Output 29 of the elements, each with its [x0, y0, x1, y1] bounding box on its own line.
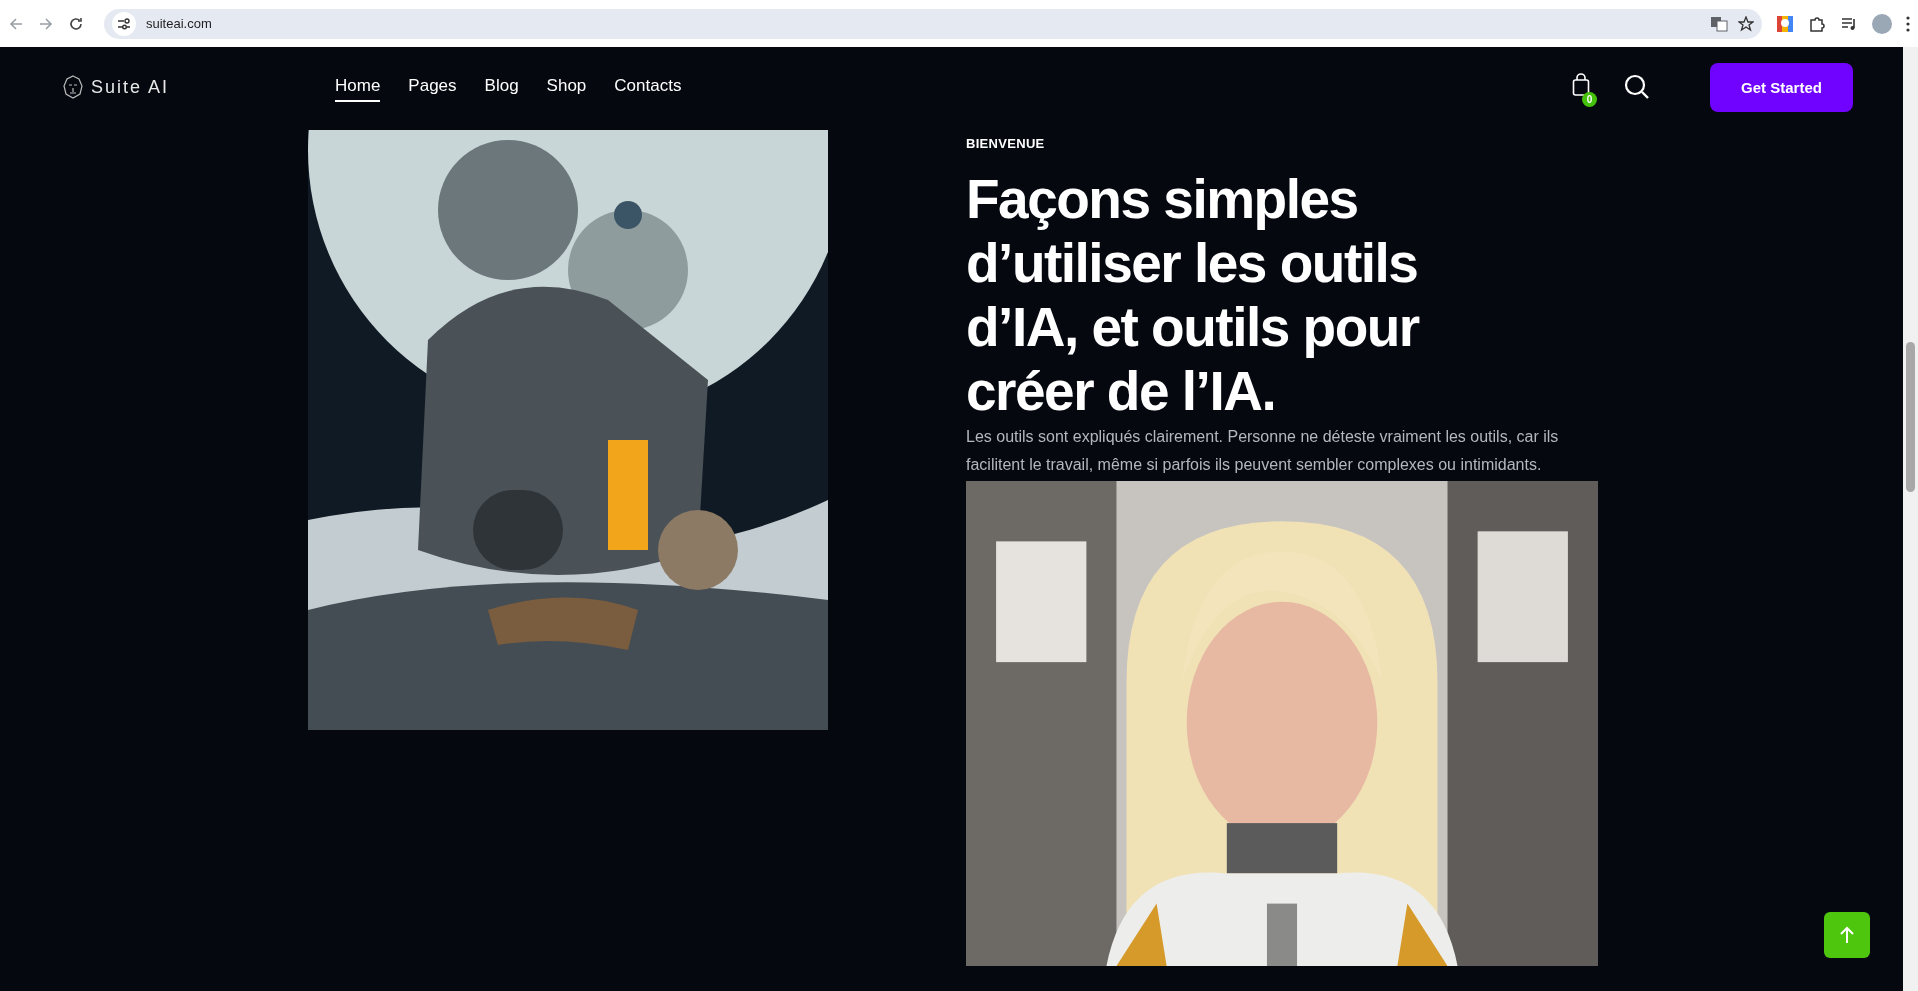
search-icon[interactable]	[1624, 74, 1650, 100]
address-bar[interactable]: suiteai.com	[104, 8, 1762, 39]
nav-link[interactable]: Pages	[408, 72, 457, 102]
star-icon[interactable]	[1738, 15, 1754, 32]
arrow-up-icon	[1840, 926, 1854, 944]
reload-icon[interactable]	[68, 15, 84, 32]
scroll-to-top-button[interactable]	[1824, 912, 1870, 958]
puzzle-icon[interactable]	[1808, 14, 1826, 33]
hero-heading: Façons simples d’utiliser les outils d’IA, et outils pour créer de l’IA.	[966, 167, 1421, 423]
forward-icon[interactable]	[38, 15, 54, 32]
nav-link[interactable]: Contacts	[614, 72, 682, 102]
shopping-bag-icon[interactable]	[1572, 73, 1590, 97]
extension-icon[interactable]	[1776, 14, 1794, 33]
scrollbar-thumb[interactable]	[1906, 342, 1915, 492]
eyebrow-text: BIENVENUE	[966, 136, 1046, 151]
get-started-button[interactable]: Get Started	[1710, 62, 1853, 112]
url-text: suiteai.com	[146, 16, 212, 31]
nav-link[interactable]: Home	[335, 72, 381, 102]
lion-logo-icon	[63, 75, 83, 99]
back-icon[interactable]	[8, 15, 24, 32]
site-settings-icon[interactable]	[117, 17, 131, 30]
nav-link[interactable]: Blog	[484, 72, 519, 102]
logo-text: Suite AI	[91, 76, 170, 98]
cart-count-badge: 0	[1582, 92, 1597, 107]
translate-icon[interactable]	[1710, 14, 1728, 33]
nav-link[interactable]: Shop	[546, 72, 587, 102]
hero-paragraph: Les outils sont expliqués clairement. Personne ne déteste vraiment les outils, car ils facilitent le travail, même si parfois ils peuvent sembler complexes ou intimidants.	[966, 427, 1560, 475]
menu-icon[interactable]	[1906, 15, 1910, 32]
scrollbar[interactable]	[1903, 47, 1918, 991]
